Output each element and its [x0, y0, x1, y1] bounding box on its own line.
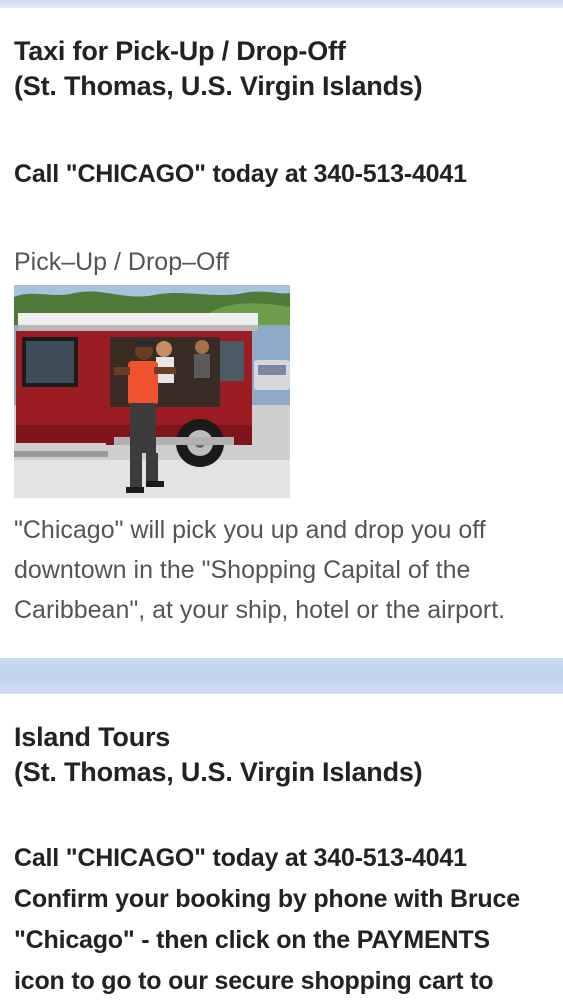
- taxi-call-text: Call "CHICAGO" today at 340-513-4041: [14, 160, 467, 188]
- tours-call-text: Call "CHICAGO" today at 340-513-4041 Con…: [14, 838, 554, 1002]
- tours-text-line: Confirm your booking by phone with Bruce: [14, 885, 520, 913]
- tours-text-line: Call "CHICAGO" today at 340-513-4041: [14, 844, 467, 872]
- tours-title: Island Tours (St. Thomas, U.S. Virgin Is…: [14, 720, 549, 790]
- taxi-description-line: downtown in the "Shopping Capital of the: [14, 556, 471, 584]
- photo-caption: Pick–Up / Drop–Off: [14, 248, 229, 276]
- taxi-card: Taxi for Pick-Up / Drop-Off (St. Thomas,…: [0, 8, 563, 658]
- taxi-title-line1: Taxi for Pick-Up / Drop-Off: [14, 36, 346, 66]
- taxi-title-line2: (St. Thomas, U.S. Virgin Islands): [14, 71, 423, 101]
- section-divider-band: [0, 658, 563, 694]
- top-divider-band: [0, 0, 563, 8]
- tours-text-line: "Chicago" - then click on the PAYMENTS: [14, 926, 490, 954]
- tours-text-line: icon to go to our secure shopping cart t…: [14, 967, 494, 995]
- island-tours-card: Island Tours (St. Thomas, U.S. Virgin Is…: [0, 694, 563, 1000]
- taxi-description: "Chicago" will pick you up and drop you …: [14, 510, 554, 630]
- tours-title-line2: (St. Thomas, U.S. Virgin Islands): [14, 757, 423, 787]
- tours-title-line1: Island Tours: [14, 722, 171, 752]
- taxi-description-line: Caribbean", at your ship, hotel or the a…: [14, 596, 506, 624]
- taxi-description-line: "Chicago" will pick you up and drop you …: [14, 516, 486, 544]
- taxi-van-photo: [14, 285, 290, 498]
- taxi-title: Taxi for Pick-Up / Drop-Off (St. Thomas,…: [14, 34, 549, 104]
